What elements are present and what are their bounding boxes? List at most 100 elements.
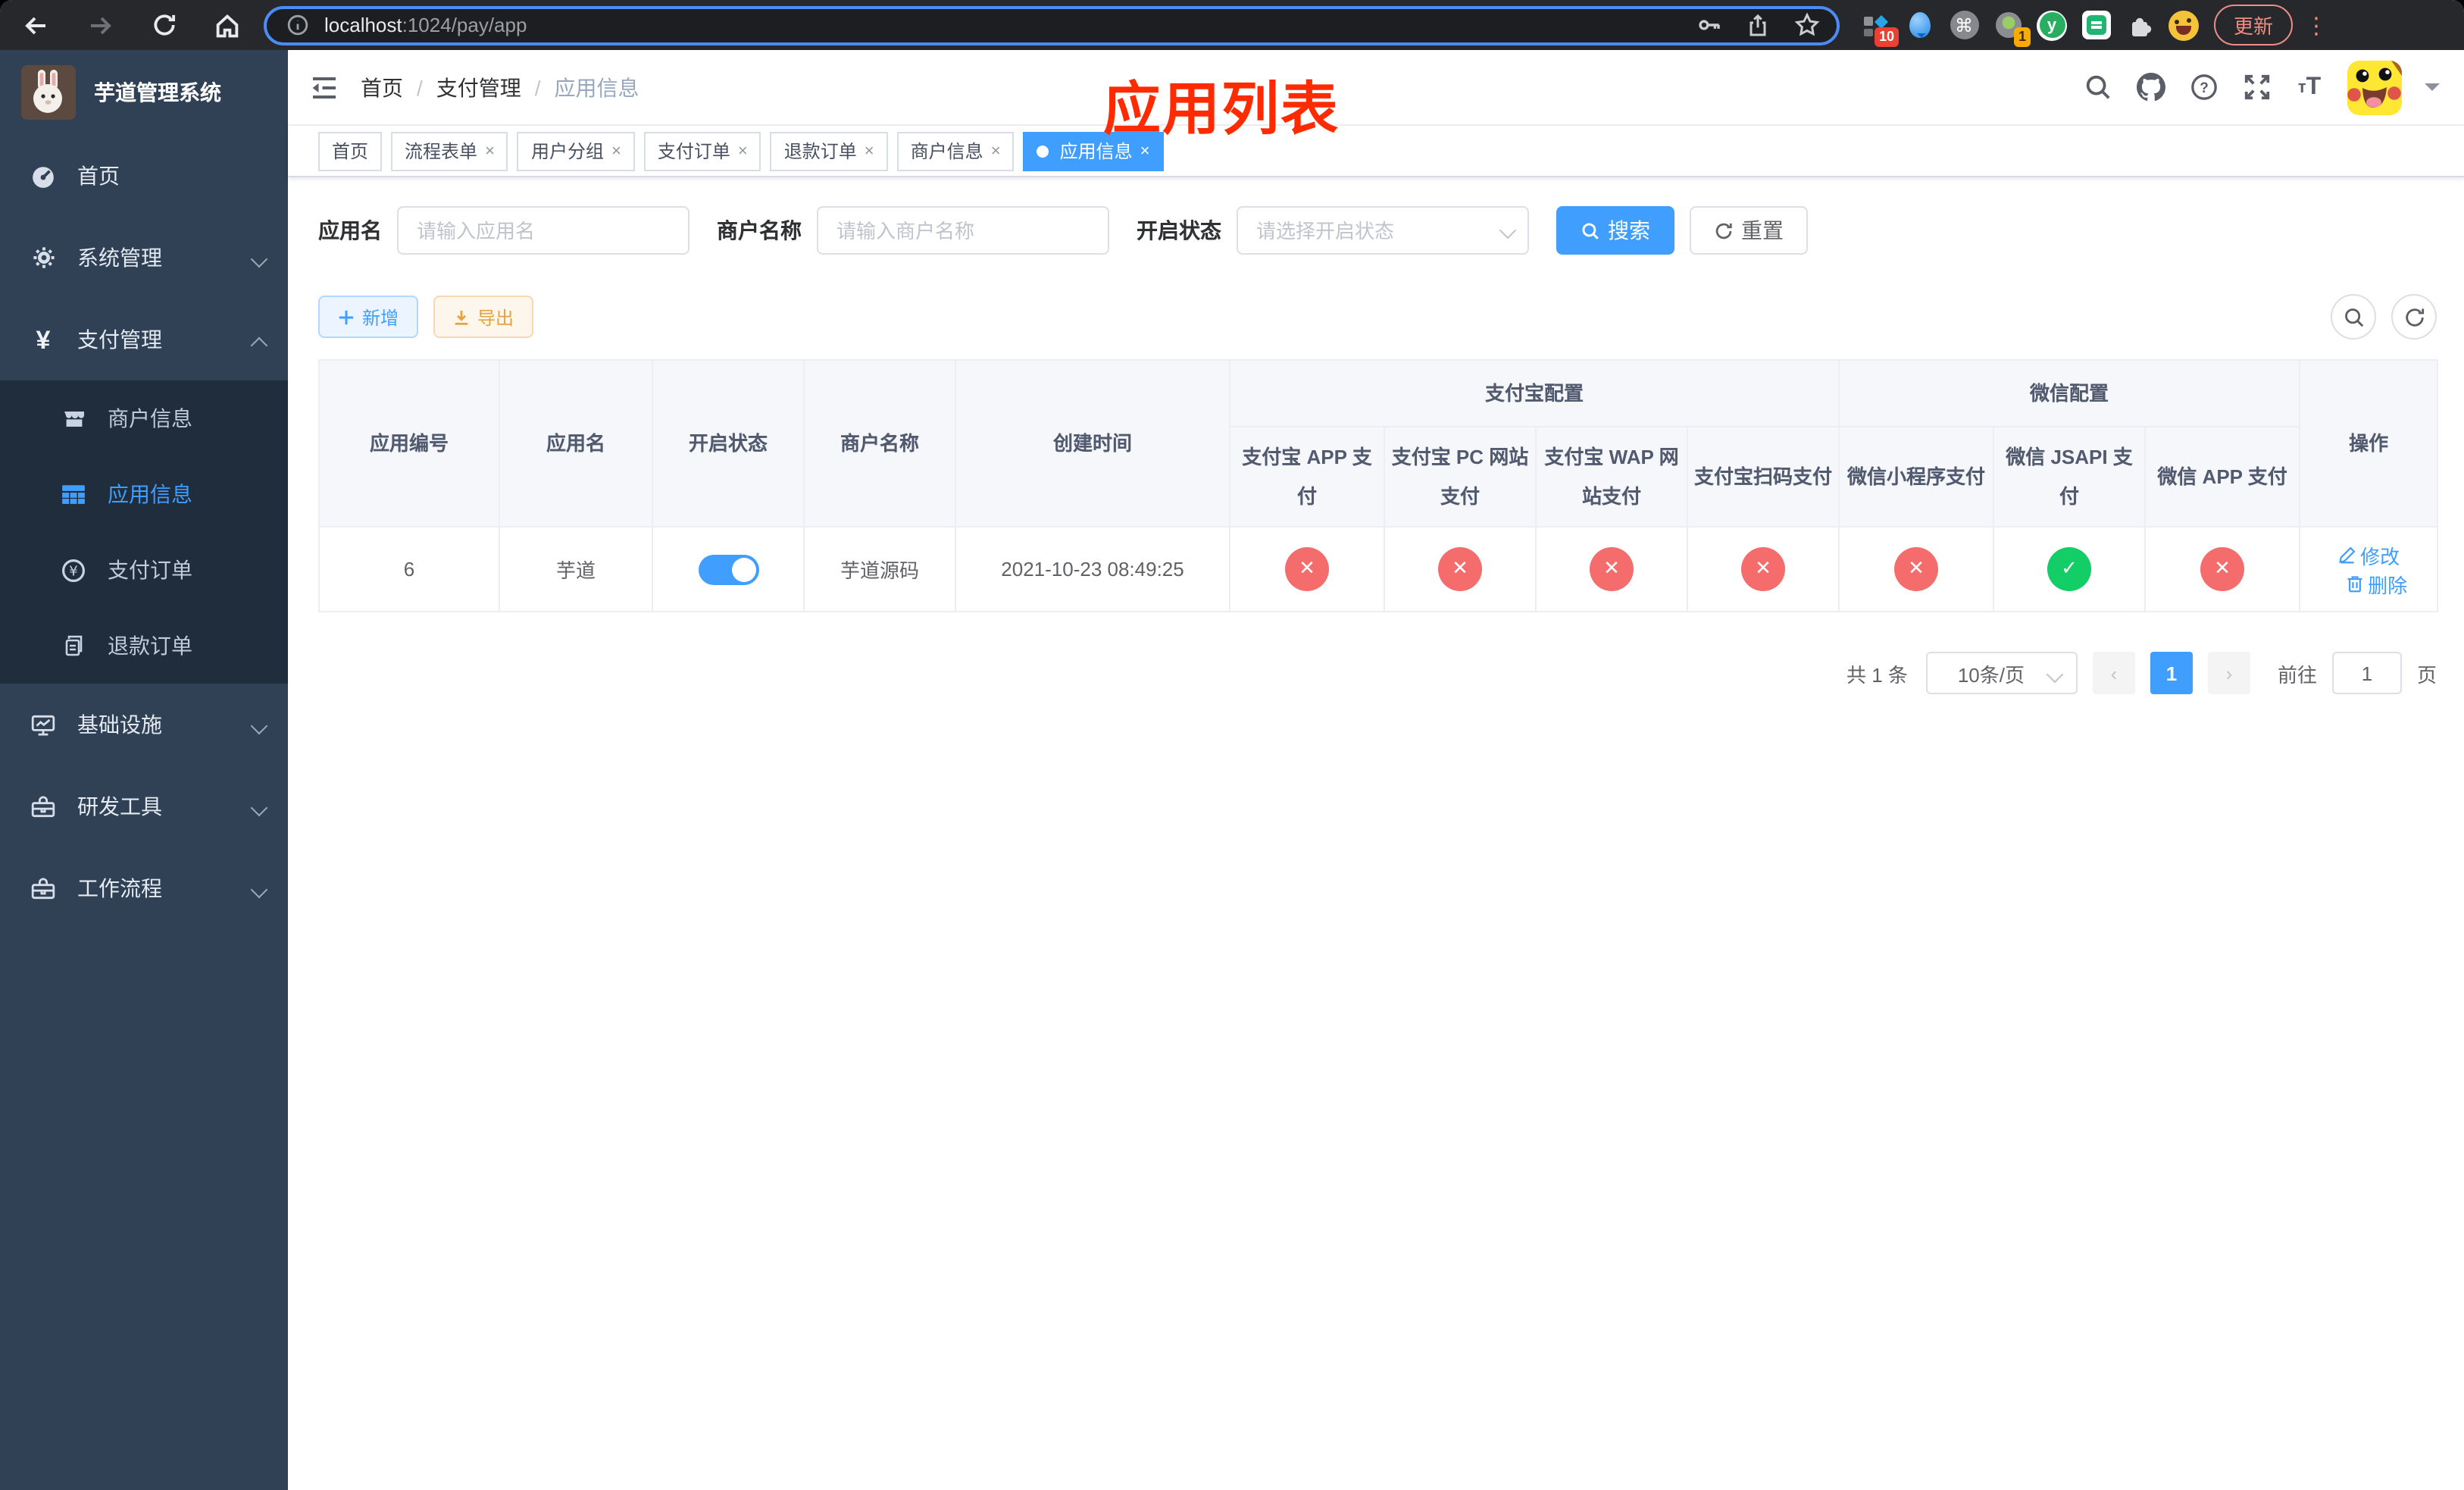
show-search-button[interactable]	[2331, 294, 2376, 340]
chrome-menu-icon[interactable]: ⋮	[2305, 11, 2328, 39]
plus-icon	[339, 309, 354, 324]
reload-icon[interactable]	[149, 10, 179, 40]
reset-button-label: 重置	[1741, 218, 1784, 243]
sidebar-item-workflow[interactable]: 工作流程	[0, 847, 288, 929]
col-alipay-qr: 支付宝扫码支付	[1686, 426, 1840, 527]
export-button[interactable]: 导出	[433, 296, 534, 338]
caret-down-icon[interactable]	[2425, 83, 2440, 99]
delete-link[interactable]: 删除	[2345, 569, 2407, 598]
sidebar-logo[interactable]: 芋道管理系统	[0, 50, 288, 135]
url-host: localhost	[324, 14, 402, 36]
sidebar-item-infra[interactable]: 基础设施	[0, 684, 288, 765]
app-name-input[interactable]	[397, 206, 689, 255]
home-icon[interactable]	[212, 10, 242, 40]
address-bar[interactable]: localhost:1024/pay/app	[264, 5, 1840, 45]
ext-command-icon[interactable]	[1949, 10, 1979, 40]
ext-emoji-icon[interactable]	[2169, 10, 2199, 40]
next-page-button[interactable]: ›	[2207, 652, 2250, 694]
sidebar-item-devtools[interactable]: 研发工具	[0, 765, 288, 847]
sidebar-item-label: 工作流程	[77, 876, 162, 900]
refresh-button[interactable]	[2391, 294, 2437, 340]
sidebar-item-refund-order[interactable]: 退款订单	[0, 608, 288, 684]
sidebar-item-app-info[interactable]: 应用信息	[0, 456, 288, 532]
cell-alipay-wap: ✕	[1535, 526, 1688, 612]
ext-recorder-icon[interactable]: 1	[1993, 10, 2031, 46]
cell-wx-app: ✕	[2144, 526, 2301, 612]
avatar[interactable]	[2347, 60, 2402, 114]
merchant-name-input[interactable]	[817, 206, 1109, 255]
url-text[interactable]: localhost:1024/pay/app	[324, 14, 1682, 36]
shop-icon	[61, 405, 86, 431]
password-key-icon[interactable]	[1694, 10, 1724, 40]
tab-home[interactable]: 首页	[318, 131, 383, 171]
payment-submenu: 商户信息 应用信息 ¥ 支付订单 退款订单	[0, 380, 288, 684]
gear-icon	[30, 245, 56, 271]
status-select[interactable]	[1237, 206, 1529, 255]
sidebar-item-payment[interactable]: ¥ 支付管理	[0, 299, 288, 380]
tab-close-icon[interactable]: ×	[611, 142, 621, 160]
status-badge: ✕	[1438, 547, 1482, 591]
page-size-select[interactable]: 10条/页	[1925, 652, 2078, 694]
fullscreen-icon[interactable]	[2241, 72, 2272, 102]
search-button[interactable]: 搜索	[1556, 206, 1674, 255]
forward-icon[interactable]	[85, 10, 115, 40]
table-settings	[2331, 294, 2437, 340]
status-badge: ✕	[2200, 547, 2245, 591]
ext-balloon-icon[interactable]	[1905, 10, 1935, 40]
breadcrumb: 首页 / 支付管理 / 应用信息	[361, 72, 639, 102]
tab-close-icon[interactable]: ×	[738, 142, 748, 160]
sidebar-item-home[interactable]: 首页	[0, 135, 288, 217]
dashboard-icon	[30, 163, 56, 189]
chevron-down-icon	[252, 250, 267, 265]
tab-user-group[interactable]: 用户分组 ×	[517, 131, 635, 171]
col-alipay-app: 支付宝 APP 支付	[1229, 426, 1385, 527]
status-badge: ✕	[1285, 547, 1329, 591]
refresh-icon	[2405, 308, 2424, 326]
tab-close-icon[interactable]: ×	[865, 142, 874, 160]
github-icon[interactable]	[2135, 72, 2165, 102]
share-icon[interactable]	[1743, 10, 1773, 40]
sidebar-item-pay-order[interactable]: ¥ 支付订单	[0, 532, 288, 608]
cell-actions: 修改 删除	[2299, 526, 2439, 612]
sidebar-fold-icon[interactable]	[309, 72, 339, 102]
app-table: 应用编号 应用名 开启状态 商户名称 创建时间 支付宝配置 微信配置 操作 支付…	[318, 359, 2439, 612]
add-button[interactable]: 新增	[318, 296, 419, 338]
breadcrumb-home[interactable]: 首页	[361, 72, 403, 102]
breadcrumb-payment[interactable]: 支付管理	[436, 72, 521, 102]
ext-y-icon[interactable]: y	[2037, 10, 2067, 40]
search-icon[interactable]	[2082, 72, 2112, 102]
sidebar-item-merchant-info[interactable]: 商户信息	[0, 380, 288, 456]
ext-chat-icon[interactable]	[2081, 10, 2111, 40]
reset-button[interactable]: 重置	[1690, 206, 1808, 255]
goto-page-unit: 页	[2416, 663, 2437, 686]
tab-label: 流程表单	[405, 141, 478, 162]
prev-page-button[interactable]: ‹	[2092, 652, 2135, 694]
sidebar-item-label: 基础设施	[77, 712, 162, 737]
tab-pay-order[interactable]: 支付订单 ×	[643, 131, 761, 171]
chrome-update-button[interactable]: 更新	[2214, 5, 2294, 45]
tab-close-icon[interactable]: ×	[991, 142, 1001, 160]
url-path: :1024/pay/app	[402, 14, 527, 36]
status-badge: ✕	[1590, 547, 1634, 591]
trash-icon	[2347, 576, 2362, 593]
page-number-button[interactable]: 1	[2150, 652, 2193, 694]
help-icon[interactable]: ?	[2188, 72, 2219, 102]
site-info-icon[interactable]	[282, 10, 312, 40]
back-icon[interactable]	[21, 10, 52, 40]
status-toggle[interactable]	[698, 554, 758, 584]
bookmark-star-icon[interactable]	[1791, 10, 1821, 40]
extensions-puzzle-icon[interactable]	[2125, 10, 2155, 40]
edit-pencil-icon	[2338, 546, 2355, 564]
tab-merchant-info[interactable]: 商户信息 ×	[896, 131, 1015, 171]
tab-label: 支付订单	[657, 141, 730, 162]
tab-close-icon[interactable]: ×	[485, 142, 495, 160]
goto-page-input[interactable]	[2331, 652, 2402, 694]
toolbox-icon	[30, 875, 56, 901]
tab-process-form[interactable]: 流程表单 ×	[391, 131, 508, 171]
font-size-icon[interactable]	[2294, 72, 2325, 102]
ext-blocks-icon[interactable]: 10	[1861, 10, 1899, 46]
sidebar-item-system[interactable]: 系统管理	[0, 217, 288, 299]
status-select-input[interactable]	[1237, 206, 1529, 255]
tab-refund-order[interactable]: 退款订单 ×	[770, 131, 888, 171]
edit-link[interactable]: 修改	[2337, 540, 2400, 569]
